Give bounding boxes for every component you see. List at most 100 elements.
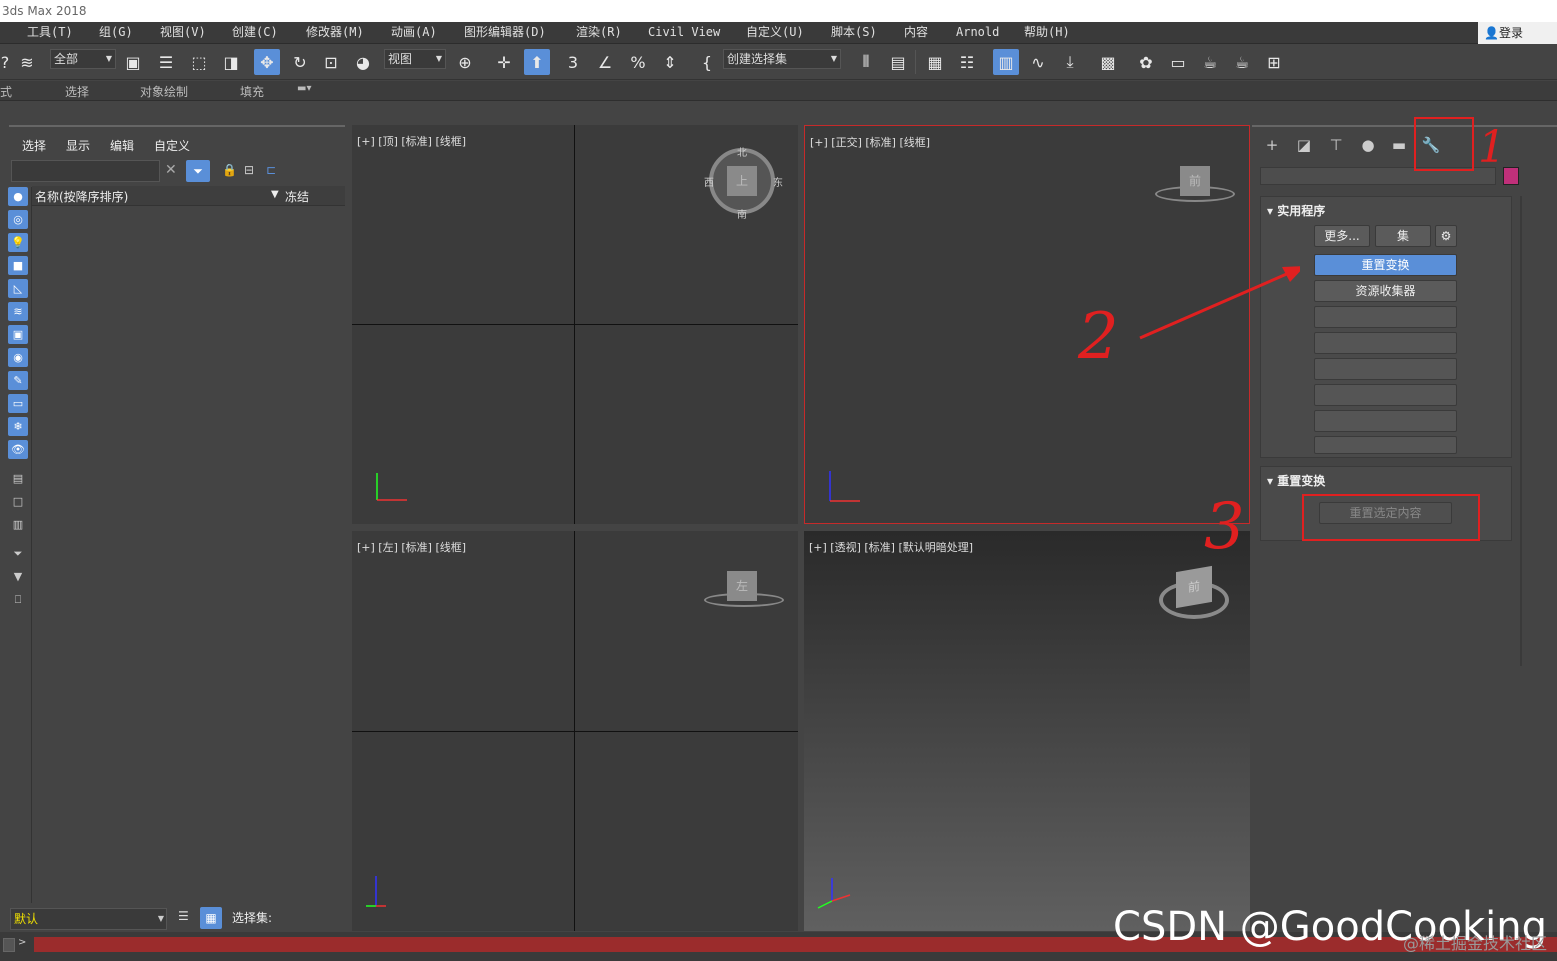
ribbon-item-selection[interactable]: 选择 xyxy=(65,83,89,100)
menu-civil-view[interactable]: Civil View xyxy=(648,22,720,44)
hierarchy-tab-icon[interactable]: ⊤ xyxy=(1324,133,1348,157)
keyboard-shortcut-toggle-icon[interactable]: ⬆ xyxy=(524,49,550,75)
rendered-frame-window-icon[interactable]: ▭ xyxy=(1165,49,1191,75)
percent-snap-icon[interactable]: % xyxy=(625,49,651,75)
render-iterative-icon[interactable]: ☕ xyxy=(1229,49,1255,75)
utility-slot-button[interactable] xyxy=(1314,436,1457,454)
menu-graph-editors[interactable]: 图形编辑器(D) xyxy=(464,22,546,44)
toggle-ribbon-icon[interactable]: ▥ xyxy=(993,49,1019,75)
ref-coord-dropdown[interactable]: 视图 ▼ xyxy=(384,49,446,69)
spacewarps-filter-icon[interactable]: ≋ xyxy=(8,302,28,321)
frozen-filter-icon[interactable]: ❄ xyxy=(8,417,28,436)
viewport-left[interactable]: [+] [左] [标准] [线框] 左 xyxy=(352,531,798,931)
rollout-title[interactable]: ▾ 重置变换 xyxy=(1267,472,1325,489)
filter-toggle-icon[interactable]: ⏷ xyxy=(8,544,28,563)
hierarchy-mode-icon[interactable]: ▦ xyxy=(200,907,222,929)
rect-region-icon[interactable]: ⬚ xyxy=(186,49,212,75)
move-icon[interactable]: ✥ xyxy=(254,49,280,75)
display-all-icon[interactable]: ▤ xyxy=(8,469,28,488)
menu-group[interactable]: 组(G) xyxy=(99,22,133,44)
scale-icon[interactable]: ⊡ xyxy=(318,49,344,75)
angle-snap-icon[interactable]: ∠ xyxy=(592,49,618,75)
window-crossing-icon[interactable]: ◨ xyxy=(218,49,244,75)
viewcube[interactable]: 左 xyxy=(727,571,757,601)
filter-icon[interactable]: ⏷ xyxy=(186,160,210,182)
snap-3d-icon[interactable]: 3 xyxy=(560,49,586,75)
render-production-icon[interactable]: ☕ xyxy=(1197,49,1223,75)
layers-icon[interactable]: ☰ xyxy=(178,909,189,923)
viewport-perspective[interactable]: [+] [透视] [标准] [默认明暗处理] 前 xyxy=(804,531,1250,931)
invert-display-icon[interactable]: ▥ xyxy=(8,515,28,534)
menu-tools[interactable]: 工具(T) xyxy=(27,22,73,44)
menu-rendering[interactable]: 渲染(R) xyxy=(576,22,622,44)
scene-search-input[interactable] xyxy=(11,160,160,182)
layer-hierarchy-icon[interactable]: ⊏ xyxy=(266,163,276,177)
curve-editor-icon[interactable]: ∿ xyxy=(1025,49,1051,75)
menu-create[interactable]: 创建(C) xyxy=(232,22,278,44)
panel-grip[interactable] xyxy=(9,125,345,127)
align-icon[interactable]: ▤ xyxy=(885,49,911,75)
tab-customize[interactable]: 自定义 xyxy=(154,137,190,154)
render-setup-icon[interactable]: ✿ xyxy=(1133,49,1159,75)
paint-select-icon[interactable]: ≋ xyxy=(14,49,40,75)
helpers-filter-icon[interactable]: ◺ xyxy=(8,279,28,298)
menu-help[interactable]: 帮助(H) xyxy=(1024,22,1070,44)
display-none-icon[interactable]: □ xyxy=(8,492,28,511)
utility-slot-button[interactable] xyxy=(1314,410,1457,432)
ribbon-item-object-paint[interactable]: 对象绘制 xyxy=(140,83,188,100)
reset-xform-button[interactable]: 重置变换 xyxy=(1314,254,1457,276)
spinner-snap-icon[interactable]: ⇕ xyxy=(657,49,683,75)
utility-slot-button[interactable] xyxy=(1314,306,1457,328)
rotate-icon[interactable]: ↻ xyxy=(287,49,313,75)
utility-slot-button[interactable] xyxy=(1314,332,1457,354)
selection-icon[interactable]: ⎕ xyxy=(8,590,28,609)
select-by-name-icon[interactable]: ☰ xyxy=(153,49,179,75)
layer-explorer-icon[interactable]: ☷ xyxy=(954,49,980,75)
clear-search-icon[interactable]: ✕ xyxy=(165,162,177,178)
groups-filter-icon[interactable]: ▣ xyxy=(8,325,28,344)
ribbon-item-mode[interactable]: 式 xyxy=(0,83,12,100)
tab-edit[interactable]: 编辑 xyxy=(110,137,134,154)
hierarchy-icon[interactable]: ⊟ xyxy=(244,163,254,177)
material-editor-icon[interactable]: ▩ xyxy=(1095,49,1121,75)
scene-explorer-icon[interactable]: ▦ xyxy=(922,49,948,75)
named-selection-set-dropdown[interactable]: 创建选择集 ▼ xyxy=(723,49,841,69)
viewport-label[interactable]: [+] [正交] [标准] [线框] xyxy=(810,134,930,150)
sign-in-button[interactable]: 👤登录 xyxy=(1478,22,1557,44)
scrollbar[interactable] xyxy=(1520,196,1522,666)
viewport-label[interactable]: [+] [左] [标准] [线框] xyxy=(357,539,466,555)
utility-slot-button[interactable] xyxy=(1314,384,1457,406)
menu-views[interactable]: 视图(V) xyxy=(160,22,206,44)
menu-arnold[interactable]: Arnold xyxy=(956,22,999,44)
lock-icon[interactable]: 🔒 xyxy=(222,163,237,177)
panel-grip[interactable] xyxy=(1252,125,1557,127)
column-name[interactable]: 名称(按降序排序) xyxy=(35,188,128,205)
bones-filter-icon[interactable]: ✎ xyxy=(8,371,28,390)
xrefs-filter-icon[interactable]: ◉ xyxy=(8,348,28,367)
maxscript-listener-icon[interactable] xyxy=(3,938,15,952)
menu-content[interactable]: 内容 xyxy=(904,22,928,44)
ribbon-item-populate[interactable]: 填充 xyxy=(240,83,264,100)
viewport-top[interactable]: [+] [顶] [标准] [线框] 上 北 西 东 南 xyxy=(352,125,798,524)
select-object-icon[interactable]: ▣ xyxy=(120,49,146,75)
expand-icon[interactable]: > xyxy=(18,937,32,951)
edit-named-sets-icon[interactable]: { xyxy=(694,49,720,75)
filter-icon[interactable]: ▼ xyxy=(8,567,28,586)
viewcube[interactable]: 前 xyxy=(1176,565,1212,609)
viewcube[interactable]: 上 北 西 东 南 xyxy=(704,148,783,221)
geometry-filter-icon[interactable]: ● xyxy=(8,187,28,206)
more-button[interactable]: 更多... xyxy=(1314,225,1370,247)
render-in-cloud-icon[interactable]: ⊞ xyxy=(1261,49,1287,75)
configure-sets-icon[interactable]: ⚙ xyxy=(1435,225,1457,247)
shapes-filter-icon[interactable]: ◎ xyxy=(8,210,28,229)
selection-filter-dropdown[interactable]: 全部 ▼ xyxy=(50,49,116,69)
motion-tab-icon[interactable]: ● xyxy=(1356,133,1380,157)
schematic-view-icon[interactable]: ⤓ xyxy=(1057,49,1083,75)
active-layer-dropdown[interactable]: 默认 ▼ xyxy=(10,908,167,930)
pivot-center-icon[interactable]: ⊕ xyxy=(452,49,478,75)
tab-display[interactable]: 显示 xyxy=(66,137,90,154)
sets-button[interactable]: 集 xyxy=(1375,225,1431,247)
menu-scripting[interactable]: 脚本(S) xyxy=(831,22,877,44)
viewcube-face[interactable]: 上 xyxy=(727,166,757,196)
cameras-filter-icon[interactable]: ■ xyxy=(8,256,28,275)
